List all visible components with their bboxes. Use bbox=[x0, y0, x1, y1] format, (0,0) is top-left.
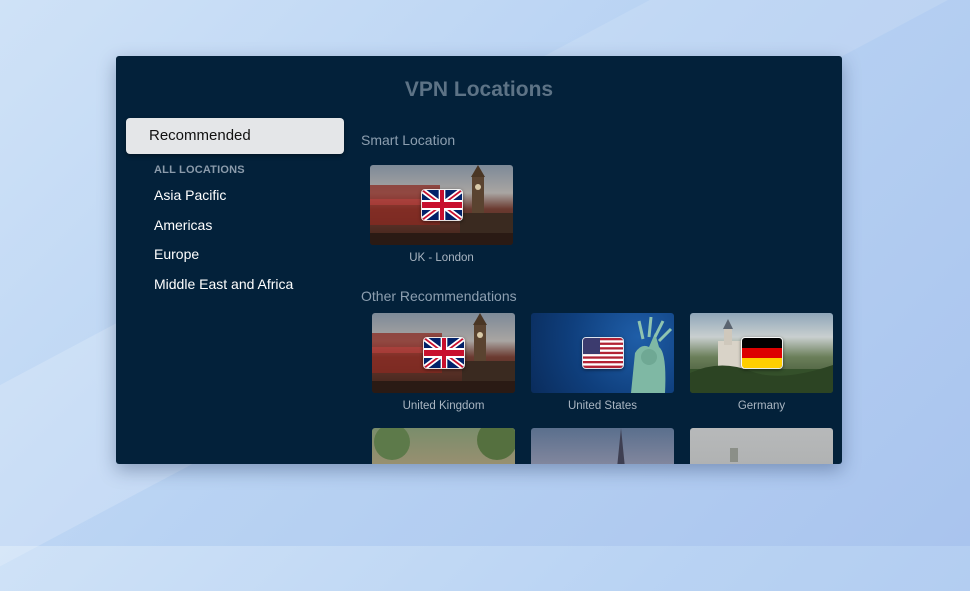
canal-scene-image bbox=[372, 428, 515, 464]
smart-location-heading: Smart Location bbox=[361, 132, 455, 148]
tile-caption: United States bbox=[531, 400, 674, 412]
sidebar-item-americas[interactable]: Americas bbox=[154, 211, 344, 241]
germany-thumbnail bbox=[690, 313, 833, 393]
tile-caption: United Kingdom bbox=[372, 400, 515, 412]
location-tile-germany[interactable]: Germany bbox=[690, 313, 833, 412]
us-flag-icon bbox=[582, 337, 624, 369]
ireland-thumbnail bbox=[690, 428, 833, 464]
sidebar-item-recommended[interactable]: Recommended bbox=[126, 118, 344, 154]
sidebar: Recommended ALL LOCATIONS Asia Pacific A… bbox=[126, 118, 344, 299]
location-tile-netherlands[interactable] bbox=[372, 428, 515, 464]
uk-flag-icon bbox=[423, 337, 465, 369]
all-locations-header: ALL LOCATIONS bbox=[154, 164, 344, 176]
location-tile-france[interactable] bbox=[531, 428, 674, 464]
france-thumbnail bbox=[531, 428, 674, 464]
sidebar-item-middle-east-africa[interactable]: Middle East and Africa bbox=[154, 270, 344, 300]
sidebar-item-europe[interactable]: Europe bbox=[154, 240, 344, 270]
tile-caption: Germany bbox=[690, 400, 833, 412]
location-tile-united-kingdom[interactable]: United Kingdom bbox=[372, 313, 515, 412]
smart-location-tile[interactable]: UK - London bbox=[370, 165, 513, 264]
london-thumbnail bbox=[370, 165, 513, 245]
uk-thumbnail bbox=[372, 313, 515, 393]
other-recommendations-heading: Other Recommendations bbox=[361, 288, 517, 304]
germany-flag-icon bbox=[741, 337, 783, 369]
tile-caption: UK - London bbox=[370, 252, 513, 264]
location-tile-united-states[interactable]: United States bbox=[531, 313, 674, 412]
page-title: VPN Locations bbox=[116, 78, 842, 102]
eiffel-tower-image bbox=[531, 428, 674, 464]
sidebar-item-asia-pacific[interactable]: Asia Pacific bbox=[154, 181, 344, 211]
ireland-scene-image bbox=[690, 428, 833, 464]
uk-flag-icon bbox=[421, 189, 463, 221]
location-tile-ireland[interactable] bbox=[690, 428, 833, 464]
vpn-locations-window: VPN Locations Recommended ALL LOCATIONS … bbox=[116, 56, 842, 464]
us-thumbnail bbox=[531, 313, 674, 393]
netherlands-thumbnail bbox=[372, 428, 515, 464]
